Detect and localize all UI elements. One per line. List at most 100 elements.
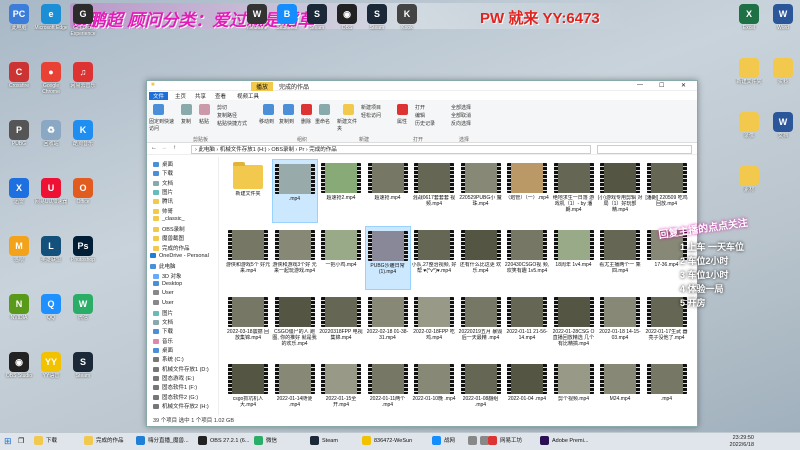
taskbar-item[interactable]: Adobe Premi...: [540, 435, 588, 448]
video-file-item[interactable]: CSGO僵尸的人 跑图, 你的推好 就是我的欢乐.mp4: [272, 293, 318, 357]
nav-item[interactable]: 文档: [153, 179, 173, 187]
video-file-item[interactable]: 20220318FPP 电视集锦.mp4: [318, 293, 364, 357]
video-file-item[interactable]: 小队.27整治视频, 好帮 ♥(^v^)♥.mp4: [411, 226, 457, 290]
desktop_top-icon-1[interactable]: B Battle.net: [270, 4, 304, 44]
nav-item[interactable]: 固态软件1 (F:): [153, 383, 197, 391]
taskbar-item[interactable]: 微信: [254, 435, 277, 448]
nav-item[interactable]: 腾讯: [153, 197, 173, 205]
invert-selection-button[interactable]: 反向选择: [451, 120, 471, 127]
video-file-item[interactable]: 20220219五月 暴毁后一天最精 .mp4: [458, 293, 504, 357]
video-file-item[interactable]: csgo抓坑机人 大.mp4: [225, 360, 271, 415]
video-file-item[interactable]: 2022-01-18 14-15-03.mp4: [597, 293, 643, 357]
back-arrow-icon[interactable]: ←: [151, 145, 157, 151]
desktop_left-icon-18[interactable]: ◉ OBS Studio: [2, 352, 36, 392]
breadcrumb[interactable]: › 此电脑 › 机械文件存放1 (H:) › OBS录制 › Pr › 完成的作…: [191, 145, 591, 154]
video-file-item[interactable]: 剪个视频.mp4: [551, 360, 597, 415]
file-explorer-window[interactable]: ■ 播放 完成的作品 — ☐ ✕ 文件 主页 共享 查看 视频工具 固定到快速访…: [146, 80, 698, 427]
desktop_left-icon-13[interactable]: L 英雄联盟: [34, 236, 68, 276]
desktop_left-icon-12[interactable]: M 猫眼: [2, 236, 36, 276]
desktop_left-icon-19[interactable]: YY YY语音: [34, 352, 68, 392]
video-file-item[interactable]: PUBG沙雕日常 (1).mp4: [364, 226, 411, 290]
video-file-item[interactable]: 2022-01-11两个 .mp4: [365, 360, 411, 415]
taskbar-item[interactable]: 战网: [432, 435, 455, 448]
desktop_top-icon-0[interactable]: W WeGame: [240, 4, 274, 44]
desktop_right-icon-1[interactable]: W Word: [766, 4, 800, 44]
select-all-button[interactable]: 全部选择: [451, 104, 471, 111]
desktop_right-icon-2[interactable]: 新建文件夹: [732, 58, 766, 98]
taskbar-item[interactable]: [468, 435, 480, 448]
forward-arrow-icon[interactable]: →: [161, 145, 167, 151]
desktop_left-icon-15[interactable]: N NVIDIA: [2, 294, 36, 334]
desktop_top-icon-2[interactable]: S Steam: [300, 4, 334, 44]
video-file-item[interactable]: 2022-03-18震撼 回放集锦.mp4: [225, 293, 271, 357]
system-clock[interactable]: 23:29:50 2022/6/18: [730, 435, 754, 449]
video-file-item[interactable]: M24.mp4: [597, 360, 643, 415]
open-button[interactable]: 打开: [415, 104, 425, 111]
nav-item[interactable]: 机械文件存放1 (D:): [153, 365, 209, 373]
desktop_left-icon-16[interactable]: Q QQ: [34, 294, 68, 334]
taskbar-item[interactable]: 网易工坊: [488, 435, 522, 448]
copy-to-button[interactable]: 复制到: [279, 118, 294, 125]
video-file-item[interactable]: 游侠和游戏5个 好元来.mp4: [225, 226, 271, 290]
nav-item[interactable]: User: [153, 300, 174, 306]
nav-item[interactable]: 3D 对象: [153, 272, 182, 280]
desktop_right-icon-3[interactable]: 资料: [766, 58, 800, 98]
nav-item[interactable]: 桌面: [153, 160, 173, 168]
desktop_top-icon-4[interactable]: S Steam: [360, 4, 394, 44]
edit-button[interactable]: 编辑: [415, 112, 425, 119]
desktop_right-icon-6[interactable]: 素材: [732, 166, 766, 206]
video-file-item[interactable]: 18周年 1v4.mp4: [551, 226, 597, 290]
video-file-item[interactable]: 2022-01-10晚 .mp4: [411, 360, 457, 415]
folder-item[interactable]: 新建文件夹: [225, 159, 271, 223]
paste-button[interactable]: 粘贴: [199, 118, 209, 125]
taskbar-item[interactable]: 嗨分直播_魔兽...: [136, 435, 189, 448]
nav-item[interactable]: 完成的作品: [153, 244, 190, 252]
video-file-item[interactable]: 一把小鸡.mp4: [318, 226, 364, 290]
nav-item[interactable]: 桌面: [153, 346, 173, 354]
desktop_left-icon-20[interactable]: S Steam: [66, 352, 100, 392]
nav-item[interactable]: Desktop: [153, 281, 182, 287]
video-file-item[interactable]: 看尤主播两个一 乘四.mp4: [597, 226, 643, 290]
video-file-item[interactable]: 超速抢.mp4: [365, 159, 411, 223]
nav-item[interactable]: 下载: [153, 169, 173, 177]
taskbar-item[interactable]: 完成的作品: [84, 435, 124, 448]
nav-item[interactable]: _classic_: [153, 216, 185, 222]
quick-tab-play[interactable]: 播放: [251, 82, 274, 91]
maximize-icon[interactable]: ☐: [659, 82, 664, 89]
nav-item[interactable]: 魔兽截图: [153, 234, 184, 242]
pin-quick-access-button[interactable]: 固定到快速访问: [149, 118, 175, 132]
nav-item[interactable]: 机械文件存放2 (H:): [153, 402, 209, 410]
desktop_left-icon-11[interactable]: O Office: [66, 178, 100, 218]
select-none-button[interactable]: 全部取消: [451, 112, 471, 119]
nav-item[interactable]: 下载: [153, 327, 173, 335]
task-view-icon[interactable]: ❐: [18, 435, 24, 448]
tab-share[interactable]: 共享: [191, 92, 210, 100]
video-file-item[interactable]: 2022-01-11 21-56-14.mp4: [504, 293, 550, 357]
video-file-item[interactable]: 还有什么比这更 欢乐.mp4: [458, 226, 504, 290]
nav-item[interactable]: 固态游戏 (E:): [153, 374, 194, 382]
delete-button[interactable]: 删除: [301, 118, 311, 125]
video-file-item[interactable]: 2022-01-08翻组 .mp4: [458, 360, 504, 415]
nav-item[interactable]: 图片: [153, 188, 173, 196]
start-icon[interactable]: ⊞: [4, 435, 12, 448]
video-file-item[interactable]: 2022-01-15全 开.mp4: [318, 360, 364, 415]
video-file-item[interactable]: （炮管）（一）.mp4: [504, 159, 550, 223]
desktop_left-icon-0[interactable]: PC 此电脑: [2, 4, 36, 44]
nav-item[interactable]: 文档: [153, 318, 173, 326]
video-file-item[interactable]: 混战0617套套套 视频.mp4: [411, 159, 457, 223]
desktop_top-icon-5[interactable]: K Kook: [390, 4, 424, 44]
rename-button[interactable]: 重命名: [315, 118, 330, 125]
video-file-item[interactable]: .mp4: [644, 360, 690, 415]
copy-button[interactable]: 复制: [181, 118, 191, 125]
taskbar-item[interactable]: 836472-WeSun: [362, 435, 412, 448]
video-file-item[interactable]: 2022-02-18FPP 吃鸡.mp4: [411, 293, 457, 357]
tab-file[interactable]: 文件: [149, 92, 169, 100]
close-icon[interactable]: ✕: [681, 82, 686, 89]
desktop_left-icon-9[interactable]: X 迅雷: [2, 178, 36, 218]
desktop_left-icon-14[interactable]: Ps Photoshop: [66, 236, 100, 276]
nav-item[interactable]: 系统 (C:): [153, 355, 184, 363]
taskbar-item[interactable]: OBS 27.2.1 (6...: [198, 435, 249, 448]
nav-item[interactable]: 此电脑: [150, 262, 176, 270]
desktop_left-icon-17[interactable]: W 微信: [66, 294, 100, 334]
title-bar[interactable]: ■ 播放 完成的作品 — ☐ ✕: [147, 81, 697, 91]
